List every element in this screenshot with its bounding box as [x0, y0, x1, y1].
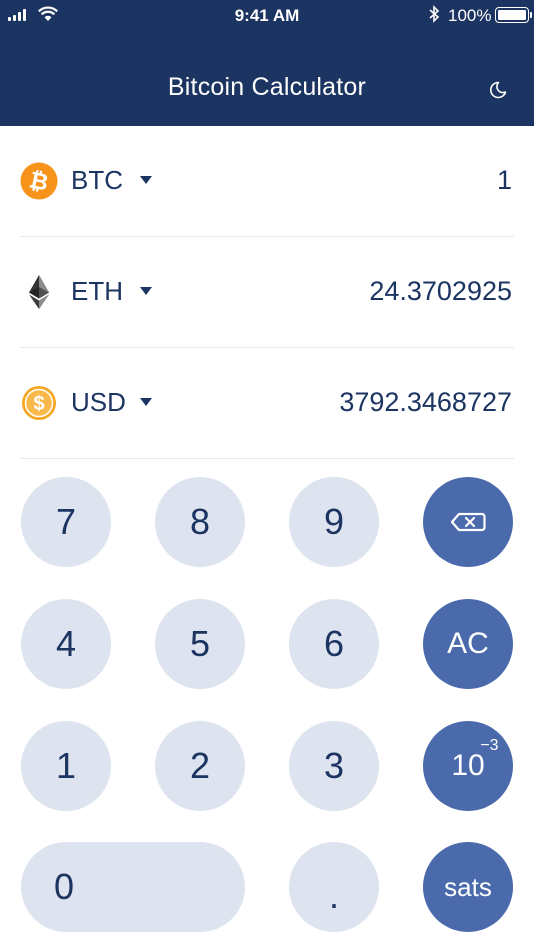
key-7[interactable]: 7 — [21, 477, 111, 567]
battery-percent: 100% — [448, 6, 492, 25]
divider — [20, 458, 514, 459]
key-8[interactable]: 8 — [155, 477, 245, 567]
ethereum-icon — [29, 275, 49, 309]
page-title: Bitcoin Calculator — [167, 73, 367, 101]
currency-amount[interactable]: 3792.3468727 — [339, 387, 512, 418]
currency-amount[interactable]: 24.3702925 — [369, 276, 512, 307]
backspace-button[interactable] — [423, 477, 513, 567]
moon-icon[interactable] — [488, 80, 508, 100]
backspace-icon — [450, 512, 486, 532]
svg-text:$: $ — [33, 393, 44, 415]
key-3[interactable]: 3 — [289, 721, 379, 811]
key-0[interactable]: 0 — [21, 842, 245, 932]
clear-button[interactable]: AC — [423, 599, 513, 689]
currency-code[interactable]: USD — [71, 387, 126, 418]
key-4[interactable]: 4 — [21, 599, 111, 689]
currency-row-usd[interactable]: $ USD 3792.3468727 — [0, 348, 534, 458]
exponent-label: 10 −3 — [451, 737, 498, 783]
bitcoin-icon: ₿ — [20, 162, 58, 200]
key-6[interactable]: 6 — [289, 599, 379, 689]
exponent-power: −3 — [480, 737, 499, 754]
currency-code[interactable]: BTC — [71, 165, 123, 196]
dollar-icon: $ — [22, 386, 56, 420]
chevron-down-icon[interactable] — [140, 287, 152, 295]
exponent-button[interactable]: 10 −3 — [423, 721, 513, 811]
chevron-down-icon[interactable] — [140, 398, 152, 406]
chevron-down-icon[interactable] — [140, 176, 152, 184]
key-decimal[interactable]: . — [289, 842, 379, 932]
key-9[interactable]: 9 — [289, 477, 379, 567]
key-2[interactable]: 2 — [155, 721, 245, 811]
battery-icon — [495, 7, 532, 23]
currency-row-eth[interactable]: ETH 24.3702925 — [0, 237, 534, 347]
app-header: 9:41 AM 100% Bitcoin Calculator — [0, 0, 534, 126]
sats-button[interactable]: sats — [423, 842, 513, 932]
currency-code[interactable]: ETH — [71, 276, 123, 307]
status-bar: 9:41 AM 100% — [0, 0, 534, 32]
currency-row-btc[interactable]: ₿ BTC 1 — [0, 126, 534, 236]
key-5[interactable]: 5 — [155, 599, 245, 689]
key-1[interactable]: 1 — [21, 721, 111, 811]
currency-amount[interactable]: 1 — [497, 165, 512, 196]
bluetooth-icon — [429, 5, 440, 23]
